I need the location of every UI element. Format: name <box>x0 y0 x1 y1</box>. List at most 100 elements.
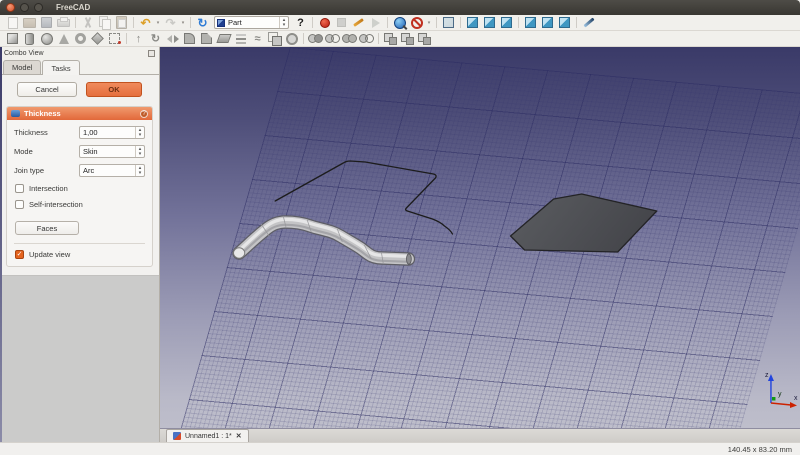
fit-all-icon[interactable] <box>391 15 408 30</box>
view-left-icon[interactable] <box>556 15 573 30</box>
part-workbench-icon <box>217 18 225 27</box>
new-document-icon[interactable] <box>4 15 21 30</box>
undo-icon[interactable] <box>137 15 154 30</box>
part-union-icon[interactable] <box>341 31 358 46</box>
view-axonometric-icon[interactable] <box>440 15 457 30</box>
measure-distance-icon[interactable] <box>580 15 597 30</box>
part-join-embed-icon[interactable] <box>399 31 416 46</box>
faces-button[interactable]: Faces <box>15 221 79 235</box>
part-sweep-icon[interactable] <box>249 31 266 46</box>
part-cylinder-icon[interactable] <box>21 31 38 46</box>
window-close-button[interactable] <box>6 3 15 12</box>
mode-label: Mode <box>14 147 33 156</box>
part-join-cutout-icon[interactable] <box>416 31 433 46</box>
tab-close-icon[interactable]: ✕ <box>236 432 242 440</box>
part-primitives-icon[interactable] <box>89 31 106 46</box>
document-tab-label: Unnamed1 : 1* <box>185 432 232 440</box>
dropdown-arrow-icon[interactable]: ▾ <box>179 16 187 30</box>
task-help-icon[interactable]: ? <box>140 109 148 118</box>
window-maximize-button[interactable] <box>34 3 43 12</box>
ok-button[interactable]: OK <box>86 82 142 97</box>
intersection-checkbox[interactable] <box>15 184 24 193</box>
part-boolean-icon[interactable] <box>307 31 324 46</box>
document-tab[interactable]: Unnamed1 : 1* ✕ <box>166 429 249 442</box>
toolbar-separator <box>190 17 191 28</box>
draw-style-icon[interactable] <box>408 15 425 30</box>
macro-play-icon[interactable] <box>367 15 384 30</box>
part-shape-builder-icon[interactable] <box>106 31 123 46</box>
macro-edit-icon[interactable] <box>350 15 367 30</box>
thickness-tool-icon <box>11 110 20 117</box>
part-revolve-icon[interactable] <box>147 31 164 46</box>
part-mirror-icon[interactable] <box>164 31 181 46</box>
view-top-icon[interactable] <box>481 15 498 30</box>
dropdown-arrow-icon[interactable]: ▾ <box>154 16 162 30</box>
toolbar-separator <box>133 17 134 28</box>
toolbar-separator <box>576 17 577 28</box>
join-type-combobox[interactable]: Arc <box>79 164 145 177</box>
toolbar-separator <box>303 33 304 44</box>
view-rear-icon[interactable] <box>522 15 539 30</box>
print-icon[interactable] <box>55 15 72 30</box>
view-bottom-icon[interactable] <box>539 15 556 30</box>
combo-view-panel: Combo View Model Tasks Cancel OK Thickne… <box>0 47 160 442</box>
combo-view-title: Combo View <box>4 50 44 57</box>
axis-y-label: y <box>778 391 782 398</box>
dropdown-arrow-icon[interactable]: ▾ <box>425 16 433 30</box>
whats-this-icon[interactable] <box>292 15 309 30</box>
part-chamfer-icon[interactable] <box>198 31 215 46</box>
toolbar-part-group <box>4 31 433 47</box>
combobox-arrows-icon[interactable] <box>135 146 144 157</box>
hexagon-face[interactable] <box>509 193 658 253</box>
swept-pipe[interactable] <box>232 215 416 266</box>
3d-viewport[interactable]: z x y <box>160 47 800 428</box>
macro-record-icon[interactable] <box>316 15 333 30</box>
part-ruled-surface-icon[interactable] <box>215 31 232 46</box>
open-icon[interactable] <box>21 15 38 30</box>
tab-model[interactable]: Model <box>3 60 42 74</box>
part-torus-icon[interactable] <box>72 31 89 46</box>
part-common-icon[interactable] <box>358 31 375 46</box>
paste-icon[interactable] <box>113 15 130 30</box>
toolbar-file-group: ▾▾ <box>4 15 211 31</box>
status-bar: 140.45 x 83.20 mm <box>0 442 800 455</box>
copy-icon[interactable] <box>96 15 113 30</box>
join-type-label: Join type <box>14 166 45 175</box>
save-icon[interactable] <box>38 15 55 30</box>
window-minimize-button[interactable] <box>20 3 29 12</box>
macro-stop-icon[interactable] <box>333 15 350 30</box>
toolbar-part-tools <box>0 31 800 47</box>
panel-float-icon[interactable] <box>148 50 155 57</box>
part-cone-icon[interactable] <box>55 31 72 46</box>
axis-x-label: x <box>794 395 798 402</box>
toolbar-separator <box>387 17 388 28</box>
part-fillet-icon[interactable] <box>181 31 198 46</box>
self-intersection-checkbox[interactable] <box>15 200 24 209</box>
part-box-icon[interactable] <box>4 31 21 46</box>
mode-combobox[interactable]: Skin <box>79 145 145 158</box>
tab-tasks[interactable]: Tasks <box>42 60 80 75</box>
toolbar-separator <box>518 17 519 28</box>
thickness-spinbox[interactable]: 1,00 <box>79 126 145 139</box>
axis-indicator: z x y <box>765 372 798 408</box>
cut-icon[interactable] <box>79 15 96 30</box>
part-offset-icon[interactable] <box>266 31 283 46</box>
update-view-checkbox[interactable]: ✓ <box>15 250 24 259</box>
part-sphere-icon[interactable] <box>38 31 55 46</box>
part-join-connect-icon[interactable] <box>382 31 399 46</box>
cancel-button[interactable]: Cancel <box>17 82 77 97</box>
redo-icon[interactable] <box>162 15 179 30</box>
view-front-icon[interactable] <box>464 15 481 30</box>
workbench-selector-value: Part <box>228 18 242 27</box>
spinbox-arrows-icon[interactable] <box>135 127 144 138</box>
part-thickness-icon[interactable] <box>283 31 300 46</box>
refresh-icon[interactable] <box>194 15 211 30</box>
toolbar-separator <box>312 17 313 28</box>
combobox-arrows-icon[interactable] <box>135 165 144 176</box>
workbench-selector[interactable]: Part <box>214 16 289 29</box>
part-cut-icon[interactable] <box>324 31 341 46</box>
part-extrude-icon[interactable] <box>130 31 147 46</box>
workbench-selector-arrows-icon[interactable] <box>279 17 288 28</box>
view-right-icon[interactable] <box>498 15 515 30</box>
part-loft-icon[interactable] <box>232 31 249 46</box>
